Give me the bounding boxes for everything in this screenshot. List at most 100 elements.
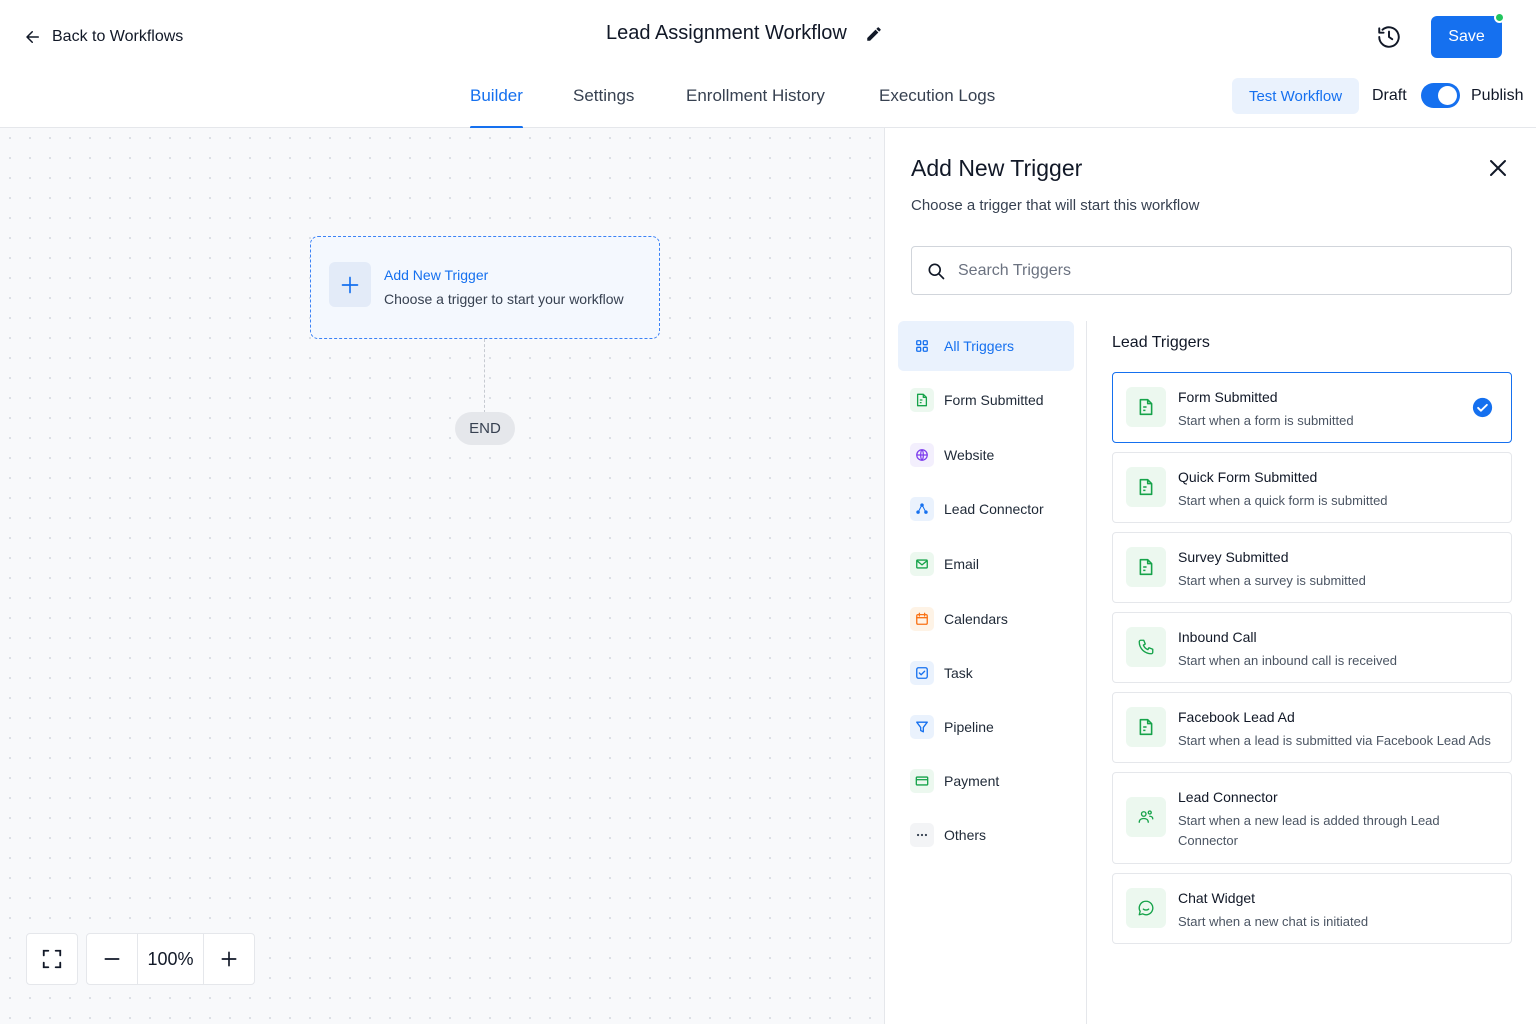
category-label: Form Submitted: [944, 392, 1044, 408]
category-label: Lead Connector: [944, 501, 1044, 517]
history-icon[interactable]: [1376, 24, 1402, 50]
top-bar: Back to Workflows Lead Assignment Workfl…: [0, 0, 1536, 72]
publish-toggle[interactable]: [1421, 83, 1460, 108]
trigger-card-quick-form-submitted[interactable]: Quick Form Submitted Start when a quick …: [1112, 452, 1512, 523]
calendar-icon: [910, 607, 934, 631]
connector-icon: [910, 497, 934, 521]
fullscreen-icon: [42, 949, 62, 969]
back-to-workflows-link[interactable]: Back to Workflows: [24, 24, 183, 50]
search-triggers-input[interactable]: [958, 261, 1478, 280]
check-circle-icon: [1472, 397, 1493, 418]
trigger-title: Lead Connector: [1178, 789, 1278, 805]
trigger-description: Start when an inbound call is received: [1178, 653, 1397, 668]
publish-label: Publish: [1471, 87, 1524, 104]
category-lead-connector[interactable]: Lead Connector: [898, 484, 1074, 534]
zoom-level: 100%: [136, 934, 205, 984]
test-workflow-button[interactable]: Test Workflow: [1232, 78, 1359, 114]
add-trigger-panel: Add New Trigger Choose a trigger that wi…: [884, 128, 1536, 1024]
trigger-description: Start when a quick form is submitted: [1178, 493, 1388, 508]
trigger-description: Start when a lead is submitted via Faceb…: [1178, 733, 1491, 748]
form-icon: [1126, 707, 1166, 747]
tab-builder[interactable]: Builder: [470, 86, 523, 129]
end-node: END: [455, 412, 515, 445]
trigger-card-survey-submitted[interactable]: Survey Submitted Start when a survey is …: [1112, 532, 1512, 603]
status-dot: [1494, 12, 1505, 23]
trigger-title: Quick Form Submitted: [1178, 469, 1318, 485]
category-calendars[interactable]: Calendars: [898, 594, 1074, 644]
trigger-description: Start when a new chat is initiated: [1178, 914, 1369, 929]
zoom-controls: 100%: [86, 933, 255, 985]
chat-icon: [1126, 888, 1166, 928]
form-icon: [1126, 387, 1166, 427]
workflow-title-group: Lead Assignment Workflow: [606, 22, 883, 45]
category-all-triggers[interactable]: All Triggers: [898, 321, 1074, 371]
trigger-title: Chat Widget: [1178, 890, 1256, 906]
trigger-title: Inbound Call: [1178, 629, 1257, 645]
trigger-title: Facebook Lead Ad: [1178, 709, 1295, 725]
category-label: Others: [944, 827, 987, 843]
zoom-out-button[interactable]: [87, 934, 137, 984]
trigger-card-lead-connector[interactable]: Lead Connector Start when a new lead is …: [1112, 772, 1512, 864]
category-label: All Triggers: [944, 338, 1015, 354]
fit-view-button[interactable]: [26, 933, 78, 985]
trigger-card-chat-widget[interactable]: Chat Widget Start when a new chat is ini…: [1112, 873, 1512, 944]
category-website[interactable]: Website: [898, 430, 1074, 480]
form-icon: [1126, 467, 1166, 507]
phone-icon: [1126, 627, 1166, 667]
list-heading: Lead Triggers: [1112, 334, 1210, 351]
connector-line: [484, 339, 485, 413]
save-button[interactable]: Save: [1431, 16, 1502, 58]
filter-icon: [910, 715, 934, 739]
more-icon: [910, 823, 934, 847]
trigger-description: Start when a form is submitted: [1178, 413, 1354, 428]
category-email[interactable]: Email: [898, 539, 1074, 589]
add-trigger-node[interactable]: Add New Trigger Choose a trigger to star…: [310, 236, 660, 339]
search-icon: [928, 263, 945, 279]
category-label: Payment: [944, 773, 1000, 789]
category-label: Email: [944, 556, 980, 572]
divider: [1086, 321, 1087, 1024]
users-icon: [1126, 797, 1166, 837]
task-icon: [910, 661, 934, 685]
globe-icon: [910, 443, 934, 467]
category-label: Website: [944, 447, 995, 463]
tab-settings[interactable]: Settings: [573, 86, 634, 128]
trigger-title: Form Submitted: [1178, 389, 1278, 405]
plus-icon: [329, 262, 371, 307]
tab-enrollment-history[interactable]: Enrollment History: [686, 86, 825, 128]
trigger-description: Start when a survey is submitted: [1178, 573, 1366, 588]
category-others[interactable]: Others: [898, 810, 1074, 860]
plus-icon: [221, 951, 237, 967]
minus-icon: [104, 958, 120, 960]
trigger-card-inbound-call[interactable]: Inbound Call Start when an inbound call …: [1112, 612, 1512, 683]
trigger-node-subtitle: Choose a trigger to start your workflow: [384, 291, 624, 307]
mail-icon: [910, 552, 934, 576]
category-label: Task: [944, 665, 973, 681]
category-payment[interactable]: Payment: [898, 756, 1074, 806]
edit-pencil-icon[interactable]: [865, 25, 883, 43]
card-icon: [910, 769, 934, 793]
trigger-description: Start when a new lead is added through L…: [1178, 813, 1440, 848]
workflow-title: Lead Assignment Workflow: [606, 22, 847, 44]
workflow-canvas[interactable]: Add New Trigger Choose a trigger to star…: [0, 128, 884, 1024]
category-form-submitted[interactable]: Form Submitted: [898, 375, 1074, 425]
trigger-title: Survey Submitted: [1178, 549, 1289, 565]
panel-subtitle: Choose a trigger that will start this wo…: [911, 197, 1200, 214]
arrow-left-icon: [26, 31, 39, 43]
zoom-in-button[interactable]: [204, 934, 254, 984]
form-icon: [1126, 547, 1166, 587]
trigger-card-facebook-lead-ad[interactable]: Facebook Lead Ad Start when a lead is su…: [1112, 692, 1512, 763]
category-task[interactable]: Task: [898, 648, 1074, 698]
search-box: [911, 246, 1512, 295]
tab-bar: Builder Settings Enrollment History Exec…: [0, 72, 1536, 129]
back-label: Back to Workflows: [52, 28, 184, 45]
category-label: Calendars: [944, 611, 1008, 627]
form-icon: [910, 388, 934, 412]
draft-label: Draft: [1372, 87, 1407, 104]
close-icon[interactable]: [1486, 156, 1510, 180]
panel-title: Add New Trigger: [911, 155, 1083, 181]
trigger-card-form-submitted[interactable]: Form Submitted Start when a form is subm…: [1112, 372, 1512, 443]
grid-icon: [910, 334, 934, 358]
category-pipeline[interactable]: Pipeline: [898, 702, 1074, 752]
tab-execution-logs[interactable]: Execution Logs: [879, 86, 995, 128]
